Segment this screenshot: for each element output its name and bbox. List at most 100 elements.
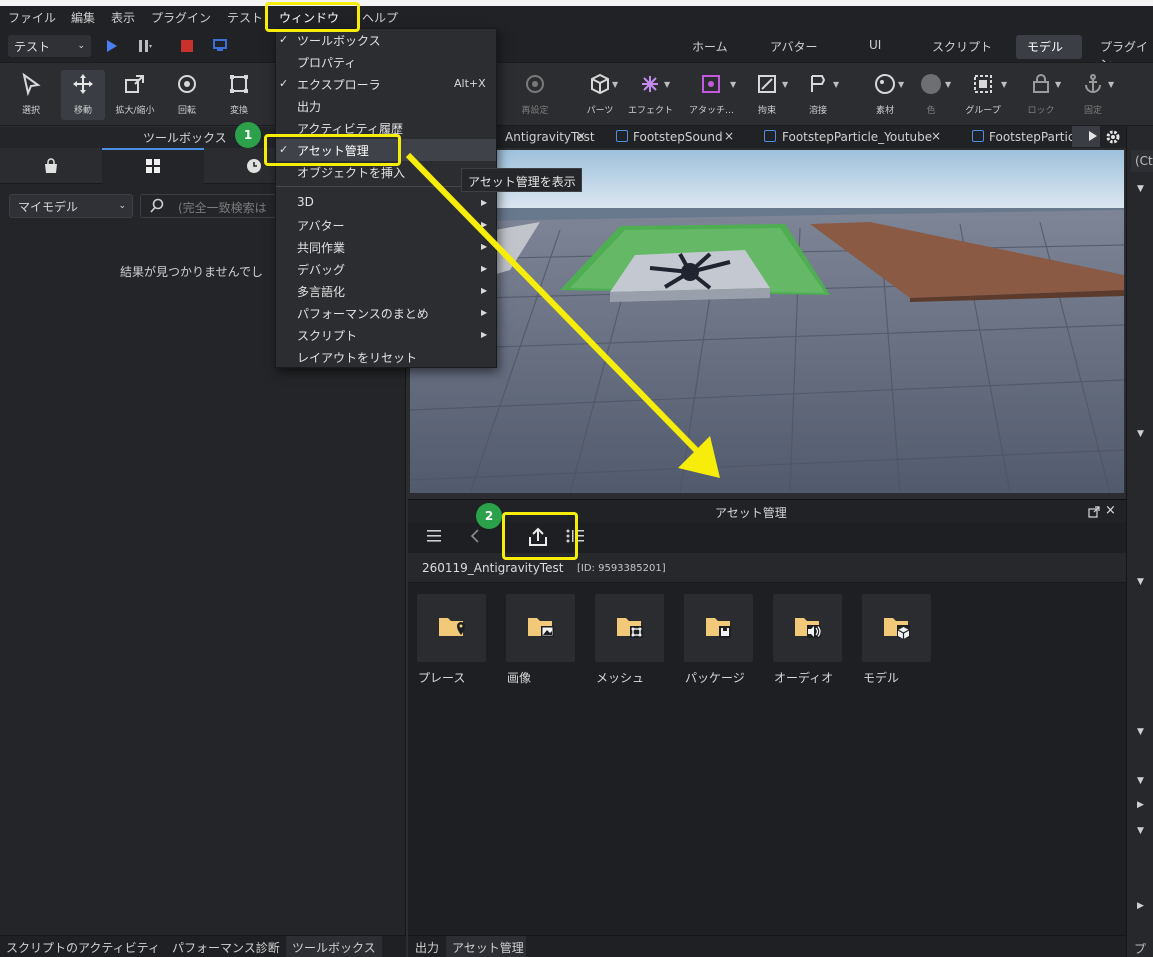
undock-icon[interactable] — [1088, 506, 1100, 518]
menu-item-toolbox[interactable]: ツールボックス — [297, 32, 381, 49]
gear-icon[interactable] — [1104, 128, 1122, 146]
chevron-down-icon[interactable]: ▼ — [1137, 429, 1144, 439]
menu-item-properties[interactable]: プロパティ — [297, 54, 356, 71]
menu-view[interactable]: 表示 — [111, 9, 135, 26]
folder-place-icon — [439, 618, 465, 636]
close-icon[interactable]: × — [724, 129, 734, 143]
tool-anchor[interactable]: 固定 — [1071, 70, 1115, 120]
clock-icon[interactable] — [246, 158, 262, 174]
chevron-right-icon — [1089, 131, 1097, 141]
client-server-icon[interactable] — [213, 39, 227, 51]
menu-item-localization[interactable]: 多言語化 — [297, 283, 345, 300]
tool-material[interactable]: 素材 — [863, 70, 907, 120]
menu-item-output[interactable]: 出力 — [297, 98, 321, 115]
menu-plugins[interactable]: プラグイン — [151, 9, 211, 26]
chevron-down-icon[interactable]: ▼ — [898, 80, 904, 89]
folder-audio-icon — [795, 618, 821, 638]
reset-icon — [526, 75, 544, 93]
bottom-tab-output[interactable]: 出力 — [415, 939, 439, 956]
folder-tile-audio[interactable] — [773, 594, 842, 662]
folder-label-images: 画像 — [507, 671, 532, 685]
chevron-down-icon[interactable]: ▼ — [1137, 577, 1144, 587]
chevron-down-icon[interactable]: ▼ — [1137, 727, 1144, 737]
chevron-down-icon[interactable]: ▼ — [1137, 826, 1144, 836]
tool-scale[interactable]: 拡大/縮小 — [113, 70, 157, 120]
close-icon[interactable]: × — [576, 129, 586, 143]
menu-item-3d[interactable]: 3D — [297, 195, 314, 209]
chevron-down-icon[interactable]: ▼ — [833, 80, 839, 89]
tool-group[interactable]: グループ — [961, 70, 1005, 120]
properties-tab-label[interactable]: プロ — [1134, 940, 1153, 957]
chevron-right-icon[interactable]: ▶ — [1137, 901, 1144, 911]
chevron-down-icon[interactable]: ▼ — [664, 80, 670, 89]
folder-tile-meshes[interactable] — [595, 594, 664, 662]
menu-item-avatar[interactable]: アバター — [297, 217, 345, 234]
menu-item-reset-layout[interactable]: レイアウトをリセット — [297, 349, 417, 366]
submenu-arrow-icon: ▶ — [481, 264, 488, 273]
folder-tile-images[interactable] — [506, 594, 575, 662]
stop-icon[interactable] — [181, 40, 193, 52]
tool-rotate[interactable]: 回転 — [165, 70, 209, 120]
tool-transform[interactable]: 変換 — [217, 70, 261, 120]
3d-viewport[interactable] — [410, 150, 1124, 493]
bottom-tab-toolbox[interactable]: ツールボックス — [292, 939, 376, 956]
chevron-down-icon[interactable]: ▼ — [1137, 184, 1144, 194]
bottom-tab-script-activity[interactable]: スクリプトのアクティビティ — [6, 939, 160, 956]
grid-icon[interactable] — [145, 158, 161, 174]
folder-tile-models[interactable] — [862, 594, 931, 662]
chevron-down-icon[interactable]: ▼ — [1108, 80, 1114, 89]
model-source-select[interactable]: マイモデル ⌄ — [9, 194, 133, 218]
menu-item-performance-summary[interactable]: パフォーマンスのまとめ — [297, 305, 429, 322]
menu-test[interactable]: テスト — [227, 9, 263, 26]
tool-attachment[interactable]: アタッチ… — [689, 70, 734, 120]
chevron-down-icon[interactable]: ▼ — [1001, 80, 1007, 89]
chevron-down-icon[interactable]: ▼ — [1055, 80, 1061, 89]
menu-item-debug[interactable]: デバッグ — [297, 261, 345, 278]
chevron-down-icon[interactable]: ▼ — [612, 80, 618, 89]
chevron-down-icon[interactable]: ▼ — [945, 80, 951, 89]
back-icon[interactable] — [470, 529, 480, 543]
menu-file[interactable]: ファイル — [8, 9, 56, 26]
chevron-down-icon[interactable]: ▼ — [730, 80, 736, 89]
play-icon[interactable] — [106, 40, 118, 52]
tool-weld[interactable]: 溶接 — [796, 70, 840, 120]
test-mode-select[interactable]: テスト ⌄ — [8, 35, 91, 57]
bottom-tab-asset-manager[interactable]: アセット管理 — [452, 939, 524, 956]
tool-select[interactable]: 選択 — [9, 70, 53, 120]
tool-color[interactable]: 色 — [909, 70, 953, 120]
menu-item-script[interactable]: スクリプト — [297, 327, 357, 344]
menu-icon[interactable] — [427, 529, 443, 543]
doc-tab-footstep-particle-youtube[interactable]: FootstepParticle_Youtube — [782, 130, 932, 144]
tool-effect[interactable]: エフェクト — [628, 70, 673, 120]
close-icon[interactable]: × — [1105, 503, 1116, 518]
ribbon-tab-home[interactable]: ホーム — [692, 38, 728, 55]
tool-reset[interactable]: 再設定 — [513, 70, 557, 120]
tool-part[interactable]: パーツ — [578, 70, 622, 120]
chevron-down-icon[interactable]: ▼ — [1137, 776, 1144, 786]
menu-item-insert-object[interactable]: オブジェクトを挿入 — [297, 164, 405, 181]
folder-tile-places[interactable] — [417, 594, 486, 662]
test-mode-label: テスト — [14, 39, 51, 54]
doc-tab-footstep-particle[interactable]: FootstepPartic — [989, 130, 1074, 144]
chevron-down-icon[interactable]: ▼ — [782, 80, 788, 89]
menu-help[interactable]: ヘルプ — [362, 9, 398, 26]
menu-item-collaboration[interactable]: 共同作業 — [297, 239, 345, 256]
close-icon[interactable]: × — [931, 129, 941, 143]
folder-tile-packages[interactable] — [684, 594, 753, 662]
tool-constraint[interactable]: 拘束 — [745, 70, 789, 120]
tool-lock[interactable]: ロック — [1019, 70, 1063, 120]
menu-edit[interactable]: 編集 — [71, 9, 95, 26]
asset-manager-tooltip: アセット管理を表示 — [461, 168, 582, 192]
lock-icon — [1033, 74, 1049, 93]
ribbon-tab-avatar[interactable]: アバター — [770, 38, 818, 55]
menu-item-explorer[interactable]: エクスプローラ — [297, 76, 381, 93]
ribbon-tab-script[interactable]: スクリプト — [932, 38, 992, 55]
shopping-bag-icon[interactable] — [43, 158, 59, 174]
chevron-right-icon[interactable]: ▶ — [1137, 800, 1144, 810]
ribbon-tab-ui[interactable]: UI — [869, 38, 881, 52]
tool-move[interactable]: 移動 — [61, 70, 105, 120]
doc-tab-footstep-sound[interactable]: FootstepSound — [633, 130, 723, 144]
pause-icon[interactable] — [138, 40, 152, 52]
ribbon-tab-model[interactable]: モデル — [1027, 38, 1063, 55]
bottom-tab-performance[interactable]: パフォーマンス診断 — [172, 939, 280, 956]
